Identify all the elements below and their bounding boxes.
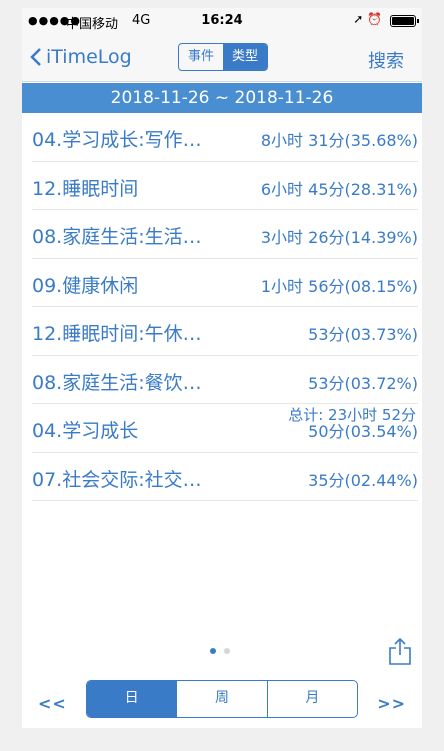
item-duration: 8小时 31分(35.68%): [260, 131, 418, 150]
location-alarm-icon: ➚ ⏰: [353, 12, 382, 26]
item-duration: 6小时 45分(28.31%): [260, 179, 418, 199]
item-duration: 53分(03.73%): [308, 325, 418, 344]
item-duration: 53分(03.72%): [308, 373, 418, 393]
item-name: 08.家庭生活:生活…: [32, 226, 202, 248]
item-name: 04.学习成长:写作…: [32, 129, 202, 151]
search-button[interactable]: 搜索: [368, 47, 404, 73]
list-item[interactable]: 07.社会交际:社交… 35分(02.44%): [32, 453, 418, 501]
date-range-header: 2018-11-26 ~ 2018-11-26: [22, 83, 422, 113]
segment-day[interactable]: 日: [87, 681, 178, 717]
item-duration: 35分(02.44%): [308, 470, 418, 490]
list-item[interactable]: 12.睡眠时间 6小时 45分(28.31%): [32, 162, 418, 210]
item-name: 08.家庭生活:餐饮…: [32, 371, 202, 394]
next-period-button[interactable]: >>: [377, 694, 406, 713]
item-name: 09.健康休闲: [32, 274, 139, 297]
period-segmented-control: 日 周 月: [86, 680, 358, 718]
nav-bar: iTimeLog 事件 类型 搜索: [22, 34, 422, 82]
page-dot: [224, 648, 230, 654]
bottom-toolbar: << 日 周 月 >>: [22, 678, 422, 728]
back-button[interactable]: iTimeLog: [30, 46, 132, 68]
list-item[interactable]: 09.健康休闲 1小时 56分(08.15%): [32, 259, 418, 307]
list-item[interactable]: 04.学习成长:写作… 8小时 31分(35.68%): [32, 113, 418, 162]
view-segmented-control: 事件 类型: [178, 43, 268, 71]
phone-screen: ●●●●● 中国移动 4G 16:24 ➚ ⏰ iTimeLog 事件 类型 搜…: [22, 8, 422, 728]
share-icon[interactable]: [388, 636, 412, 666]
page-dot-active: [210, 648, 216, 654]
segment-month[interactable]: 月: [268, 681, 357, 717]
list-item[interactable]: 08.家庭生活:生活… 3小时 26分(14.39%): [32, 210, 418, 259]
segment-week[interactable]: 周: [177, 681, 268, 717]
previous-period-button[interactable]: <<: [38, 694, 67, 713]
item-name: 12.睡眠时间: [32, 177, 139, 200]
list-item[interactable]: 12.睡眠时间:午休… 53分(03.73%): [32, 307, 418, 356]
chevron-left-icon: [30, 48, 41, 66]
list-item[interactable]: 08.家庭生活:餐饮… 53分(03.72%): [32, 356, 418, 404]
page-indicator[interactable]: [210, 648, 230, 654]
total-duration: 总计: 23小时 52分: [288, 406, 416, 424]
item-name: 04.学习成长: [32, 420, 139, 442]
item-name: 07.社会交际:社交…: [32, 468, 202, 491]
status-bar: ●●●●● 中国移动 4G 16:24 ➚ ⏰: [22, 8, 422, 34]
item-duration: 3小时 26分(14.39%): [260, 228, 418, 247]
battery-icon: [390, 15, 419, 27]
item-duration: 1小时 56分(08.15%): [260, 276, 418, 296]
back-label: iTimeLog: [46, 46, 132, 68]
item-name: 12.睡眠时间:午休…: [32, 323, 202, 345]
segment-types[interactable]: 类型: [223, 44, 267, 70]
category-list: 04.学习成长:写作… 8小时 31分(35.68%) 12.睡眠时间 6小时 …: [22, 113, 422, 501]
segment-events[interactable]: 事件: [179, 44, 223, 70]
